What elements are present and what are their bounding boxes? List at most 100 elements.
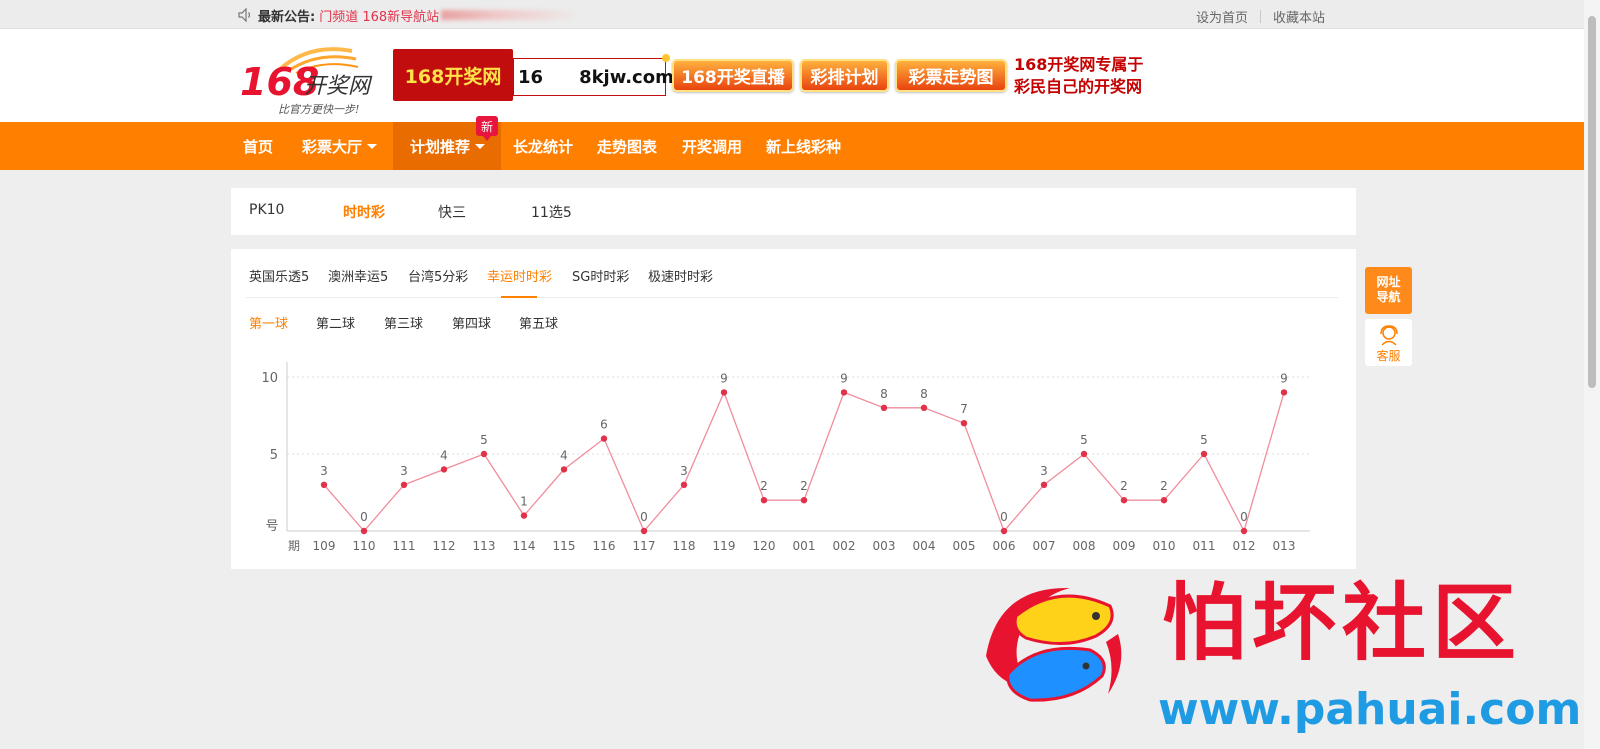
divider — [1259, 10, 1261, 23]
trend-line-chart: 510号期31090110311141125113111441156116011… — [261, 362, 1310, 553]
data-label: 0 — [640, 510, 648, 524]
data-point — [640, 527, 648, 535]
data-label: 9 — [840, 371, 848, 385]
tab-speed-ssc[interactable]: 极速时时彩 — [648, 266, 713, 285]
page-scrollbar[interactable] — [1584, 0, 1600, 749]
data-label: 5 — [1080, 433, 1088, 447]
data-point — [1040, 481, 1048, 488]
watermark-fish-logo — [986, 587, 1122, 702]
svg-text:比官方更快一步!: 比官方更快一步! — [278, 103, 359, 116]
nav-new-lotteries-label: 新上线彩种 — [766, 137, 842, 156]
x-tick-label: 117 — [633, 539, 656, 553]
x-tick-label: 001 — [793, 539, 816, 553]
data-point — [760, 497, 768, 504]
x-tick-label: 002 — [833, 539, 856, 553]
data-point — [320, 481, 328, 488]
data-point — [600, 435, 608, 442]
site-nav-float-button[interactable]: 网址 导航 — [1365, 267, 1412, 314]
x-tick-label: 004 — [913, 539, 936, 553]
announcement-text[interactable]: 门频道 168新导航站 — [319, 6, 439, 25]
tab-ball-4[interactable]: 第四球 — [452, 313, 491, 332]
y-tick-label: 5 — [270, 448, 278, 463]
tab-lucky-ssc[interactable]: 幸运时时彩 — [487, 266, 552, 285]
headset-icon — [1379, 325, 1398, 346]
bookmark-link[interactable]: 收藏本站 — [1273, 7, 1325, 26]
nav-trend-charts-label: 走势图表 — [597, 137, 658, 156]
data-label: 4 — [440, 448, 448, 462]
tab-ball-1[interactable]: 第一球 — [249, 313, 288, 332]
data-label: 1 — [520, 495, 528, 509]
speaker-icon — [238, 8, 251, 22]
tabs-divider — [246, 297, 1338, 298]
trend-chart-button[interactable]: 彩票走势图 — [895, 59, 1007, 92]
data-point — [1160, 497, 1168, 504]
scrollbar-thumb[interactable] — [1588, 16, 1596, 388]
data-label: 3 — [400, 464, 408, 478]
x-tick-label: 118 — [673, 539, 696, 553]
nav-trend-charts[interactable]: 走势图表 — [597, 122, 657, 170]
nav-lottery-hall[interactable]: 彩票大厅 — [302, 122, 378, 170]
slogan-line-2: 彩民自己的开奖网 — [1014, 77, 1143, 96]
data-point — [560, 466, 568, 473]
banner-url-box[interactable]: 16 8kjw.com — [513, 58, 674, 96]
data-label: 7 — [960, 402, 968, 416]
x-tick-label: 115 — [553, 539, 576, 553]
data-point — [480, 450, 488, 458]
data-label: 6 — [600, 418, 608, 432]
nav-draw-api[interactable]: 开奖调用 — [682, 122, 742, 170]
live-draw-button[interactable]: 168开奖直播 — [672, 59, 794, 92]
data-label: 5 — [480, 433, 488, 447]
site-logo[interactable]: 168 开奖网 比官方更快一步! — [240, 39, 385, 117]
data-point — [960, 420, 968, 427]
caret-down-icon — [475, 143, 486, 149]
data-point — [520, 512, 528, 519]
top-notice-bar: 最新公告: 门频道 168新导航站 设为首页 收藏本站 — [0, 0, 1584, 29]
tab-ball-3[interactable]: 第三球 — [384, 313, 423, 332]
tab-ball-2[interactable]: 第二球 — [316, 313, 355, 332]
slogan: 168开奖网专属于 彩民自己的开奖网 — [1014, 54, 1143, 98]
x-tick-label: 109 — [313, 539, 336, 553]
x-tick-label: 116 — [593, 539, 616, 553]
tab-kuaisan[interactable]: 快三 — [438, 202, 466, 222]
nav-home[interactable]: 首页 — [243, 122, 273, 170]
tab-aus-lucky5[interactable]: 澳洲幸运5 — [328, 266, 388, 285]
nav-lottery-hall-label: 彩票大厅 — [302, 137, 363, 156]
data-label: 3 — [680, 464, 688, 478]
customer-service-float-button[interactable]: 客服 — [1365, 319, 1412, 366]
set-homepage-link[interactable]: 设为首页 — [1196, 7, 1248, 26]
tab-11x5[interactable]: 11选5 — [531, 202, 572, 222]
data-point — [880, 404, 888, 411]
data-point — [1280, 389, 1288, 396]
nav-long-dragon[interactable]: 长龙统计 — [513, 122, 573, 170]
x-tick-label: 011 — [1193, 539, 1216, 553]
announcement-blurred-text — [441, 10, 582, 20]
data-point — [840, 389, 848, 396]
announcement: 最新公告: 门频道 168新导航站 — [238, 5, 582, 25]
data-point — [1200, 450, 1208, 458]
tab-uk-lotto5[interactable]: 英国乐透5 — [249, 266, 309, 285]
x-tick-label: 111 — [393, 539, 416, 553]
data-label: 2 — [760, 479, 768, 493]
tab-sg-ssc[interactable]: SG时时彩 — [572, 266, 629, 285]
tab-shishicai[interactable]: 时时彩 — [343, 202, 385, 222]
data-point — [920, 404, 928, 411]
tab-ball-5[interactable]: 第五球 — [519, 313, 558, 332]
nav-new-lotteries[interactable]: 新上线彩种 — [766, 122, 841, 170]
data-point — [800, 497, 808, 504]
category-tabs: PK10 时时彩 快三 11选5 — [231, 188, 1356, 235]
x-tick-label: 008 — [1073, 539, 1096, 553]
lottery-plan-button[interactable]: 彩排计划 — [800, 59, 889, 92]
x-tick-label: 112 — [433, 539, 456, 553]
data-point — [680, 481, 688, 488]
tab-tw-5min[interactable]: 台湾5分彩 — [408, 266, 468, 285]
svg-text:开奖网: 开奖网 — [304, 74, 373, 99]
new-badge: 新 — [476, 116, 498, 141]
x-tick-label: 009 — [1113, 539, 1136, 553]
x-tick-label: 114 — [513, 539, 536, 553]
x-axis-label: 期 — [288, 539, 300, 553]
x-tick-label: 113 — [473, 539, 496, 553]
banner-site-name[interactable]: 168开奖网 — [393, 49, 513, 101]
tab-pk10[interactable]: PK10 — [249, 202, 284, 218]
data-point — [400, 481, 408, 488]
data-label: 3 — [1040, 464, 1048, 478]
